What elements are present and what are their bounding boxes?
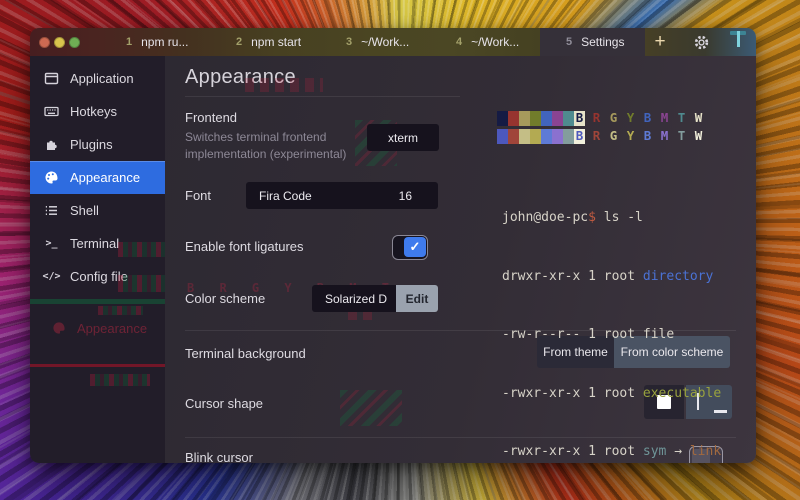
tab-2[interactable]: 2 npm start	[210, 28, 320, 56]
palette-letters-normal: B R G Y B M T W	[571, 110, 707, 125]
swatch	[541, 129, 552, 144]
color-scheme-label: Color scheme	[185, 291, 265, 306]
sidebar-item-terminal[interactable]: >_ Terminal	[30, 227, 165, 260]
blink-cursor-label: Blink cursor	[185, 450, 253, 463]
terminal-background-label: Terminal background	[185, 346, 306, 361]
tab-number: 4	[456, 36, 462, 48]
color-scheme-select[interactable]: Solarized D	[312, 285, 396, 312]
settings-sidebar: Application Hotkeys Plugins Appearance	[30, 56, 165, 463]
ligatures-label: Enable font ligatures	[185, 239, 304, 254]
palette-letters-bright: B R G Y B M T W	[571, 128, 707, 143]
checkmark-icon: ✓	[404, 237, 426, 257]
cursor-shape-label: Cursor shape	[185, 396, 263, 411]
tab-title: Settings	[581, 35, 624, 49]
sidebar-item-label: Terminal	[70, 236, 119, 251]
swatch	[508, 129, 519, 144]
terminal-line: drwxr-xr-x 1 root directory	[502, 267, 721, 287]
font-size-value: 16	[399, 189, 412, 203]
glitch-artifact	[30, 299, 165, 304]
tab-title: npm ru...	[141, 35, 188, 49]
window-controls	[39, 37, 80, 48]
glitch-artifact	[340, 390, 402, 426]
swatch	[530, 129, 541, 144]
sidebar-item-label: Config file	[70, 269, 128, 284]
font-family-value: Fira Code	[259, 189, 312, 203]
swatch	[541, 111, 552, 126]
sidebar-item-label: Plugins	[70, 137, 113, 152]
sidebar-item-label: Hotkeys	[70, 104, 117, 119]
sidebar-item-label: Application	[70, 71, 134, 86]
terminal-line: -rwxr-xr-x 1 root executable	[502, 384, 721, 404]
tab-number: 3	[346, 36, 352, 48]
tab-number: 1	[126, 36, 132, 48]
edit-color-scheme-button[interactable]: Edit	[396, 285, 438, 312]
terminal-line: -rw-r--r-- 1 root file	[502, 325, 721, 345]
sidebar-item-application[interactable]: Application	[30, 62, 165, 95]
font-input[interactable]: Fira Code 16	[246, 182, 438, 209]
tab-1[interactable]: 1 npm ru...	[100, 28, 210, 56]
tab-number: 2	[236, 36, 242, 48]
sidebar-item-appearance[interactable]: Appearance	[30, 161, 165, 194]
close-button[interactable]	[39, 37, 50, 48]
terminal-line: -rwxr-xr-x 1 root sym → link	[502, 442, 721, 462]
terminal-preview: john@doe-pc$ ls -l drwxr-xr-x 1 root dir…	[502, 169, 721, 463]
gift-icon[interactable]	[730, 34, 747, 51]
frontend-description: Switches terminal frontend implementatio…	[185, 129, 365, 163]
swatch	[519, 129, 530, 144]
terminal-prompt-icon: >_	[44, 236, 59, 251]
swatch	[497, 129, 508, 144]
tab-title: npm start	[251, 35, 301, 49]
divider	[185, 96, 460, 97]
swatch	[519, 111, 530, 126]
swatch	[552, 129, 563, 144]
tab-5-settings[interactable]: 5 Settings	[540, 28, 645, 56]
window-body: Application Hotkeys Plugins Appearance	[30, 56, 756, 463]
sidebar-item-config-file[interactable]: </> Config file	[30, 260, 165, 293]
sidebar-item-plugins[interactable]: Plugins	[30, 128, 165, 161]
palette-icon-ghost	[52, 321, 66, 335]
puzzle-icon	[44, 137, 59, 152]
tab-number: 5	[566, 36, 572, 48]
appearance-settings-panel: Appearance B R G Y B M T Frontend Switch…	[165, 56, 756, 463]
terminal-settings-window: 1 npm ru... 2 npm start 3 ~/Work... 4 ~/…	[30, 28, 756, 463]
minimize-button[interactable]	[54, 37, 65, 48]
font-label: Font	[185, 188, 211, 203]
sidebar-item-label: Shell	[70, 203, 99, 218]
settings-gear-icon[interactable]	[693, 34, 710, 51]
glitch-artifact	[90, 374, 150, 386]
frontend-label: Frontend	[185, 110, 237, 125]
tab-title: ~/Work...	[471, 35, 519, 49]
glitch-artifact	[30, 364, 165, 367]
swatch	[552, 111, 563, 126]
zoom-button[interactable]	[69, 37, 80, 48]
swatch	[497, 111, 508, 126]
tab-4[interactable]: 4 ~/Work...	[430, 28, 540, 56]
swatch	[530, 111, 541, 126]
new-tab-button[interactable]: +	[645, 28, 675, 56]
sidebar-item-label: Appearance	[70, 170, 140, 185]
app-window-icon	[44, 71, 59, 86]
list-icon	[44, 203, 59, 218]
tab-bar: 1 npm ru... 2 npm start 3 ~/Work... 4 ~/…	[30, 28, 756, 56]
swatch	[508, 111, 519, 126]
tab-3[interactable]: 3 ~/Work...	[320, 28, 430, 56]
frontend-select[interactable]: xterm	[367, 124, 439, 151]
page-title: Appearance	[185, 66, 296, 89]
keyboard-icon	[44, 104, 59, 119]
terminal-line: john@doe-pc$ ls -l	[502, 208, 721, 228]
sidebar-item-shell[interactable]: Shell	[30, 194, 165, 227]
code-icon: </>	[44, 269, 59, 284]
glitch-ghost-appearance: Appearance	[30, 314, 165, 342]
ligatures-checkbox[interactable]: ✓	[392, 235, 428, 260]
palette-icon	[44, 170, 59, 185]
sidebar-item-hotkeys[interactable]: Hotkeys	[30, 95, 165, 128]
tab-title: ~/Work...	[361, 35, 409, 49]
